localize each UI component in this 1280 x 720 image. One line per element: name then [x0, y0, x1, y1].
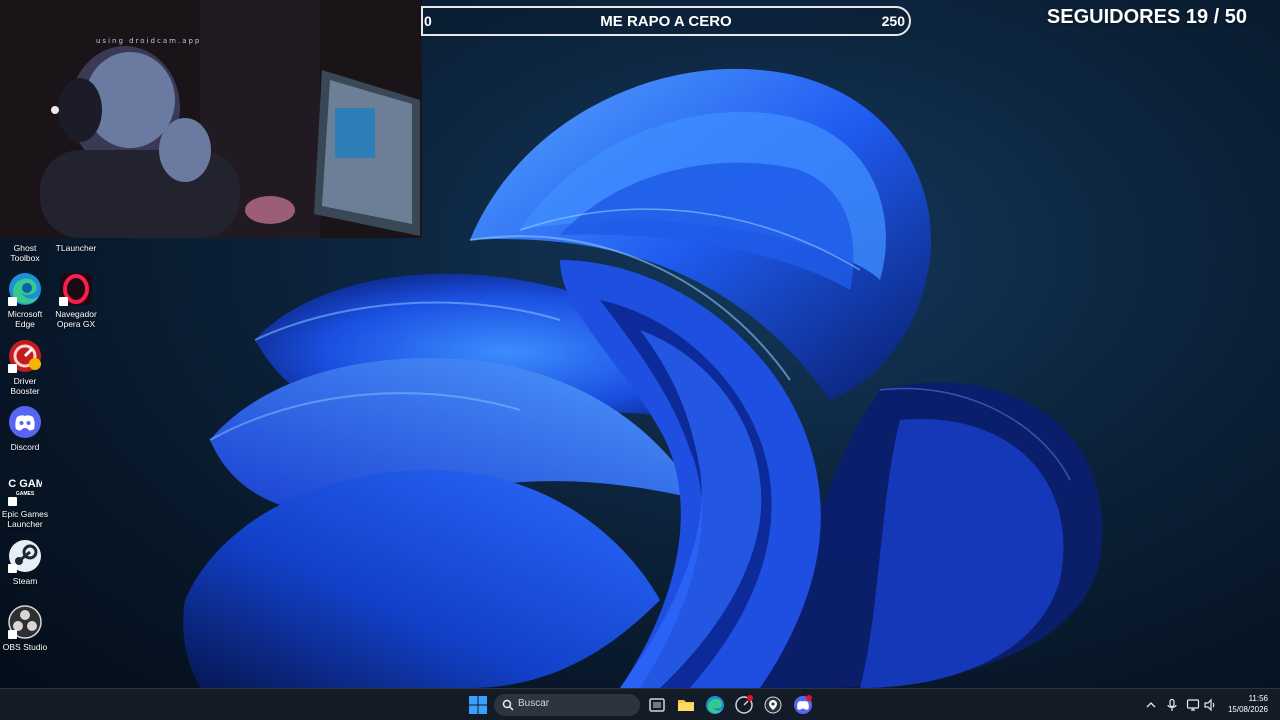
svg-text:GAMES: GAMES [16, 491, 35, 497]
driver-booster-icon [735, 695, 753, 714]
taskbar-discord-button[interactable] [793, 695, 813, 715]
taskbar-edge-button[interactable] [705, 695, 725, 715]
microphone-icon [1167, 698, 1177, 711]
desktop-icon-edge[interactable]: Microsoft Edge [0, 272, 50, 329]
desktop-icon-opera-gx[interactable]: Navegador Opera GX [51, 272, 101, 329]
desktop-icon-label: Steam [12, 576, 38, 586]
follower-counter: SEGUIDORES 19 / 50 [1046, 6, 1247, 28]
desktop-icon-obs[interactable]: OBS Studio [0, 605, 50, 652]
taskbar-driver-booster-button[interactable] [734, 695, 754, 715]
file-explorer-button[interactable] [676, 695, 696, 715]
search-icon [502, 699, 514, 711]
desktop-icon-label: OBS Studio [2, 642, 48, 652]
webcam-overlay: using droidcam.app [0, 0, 422, 238]
shortcut-arrow-icon [8, 497, 17, 506]
discord-icon [8, 405, 42, 439]
discord-icon [794, 695, 812, 714]
desktop-icon-steam[interactable]: Steam [0, 539, 50, 586]
shortcut-arrow-icon [59, 297, 68, 306]
epic-logo-text: EPIC GAMES [8, 478, 42, 490]
shortcut-arrow-icon [8, 297, 17, 306]
taskbar-search[interactable]: Buscar [494, 694, 640, 716]
tlauncher-icon [59, 210, 93, 240]
taskbar-gps-button[interactable] [763, 695, 783, 715]
desktop-icon-label: Epic Games Launcher [1, 509, 49, 529]
edge-icon [706, 696, 724, 714]
desktop-icon-epic-games[interactable]: EPIC GAMES GAMES Epic Games Launcher [0, 472, 60, 529]
desktop-icon-label: Ghost Toolbox [10, 243, 40, 263]
clock-date: 15/08/2026 [1227, 705, 1268, 714]
shortcut-arrow-icon [8, 364, 17, 373]
network-icon [1186, 699, 1200, 711]
desktop-icon-driver-booster[interactable]: Driver Booster [0, 339, 50, 396]
taskbar: Buscar 11:56 15/08/2026 [0, 688, 1280, 720]
clock-time: 11:56 [1248, 694, 1268, 703]
desktop-icon-label: TLauncher [55, 243, 97, 253]
shortcut-arrow-icon [8, 630, 17, 639]
chevron-up-icon [1146, 702, 1156, 708]
desktop-icon-label: Discord [10, 442, 40, 452]
desktop-icon-label: Microsoft Edge [7, 309, 43, 329]
desktop-icon-tlauncher[interactable]: TLauncher [51, 210, 101, 253]
obs-icon [8, 605, 42, 639]
goal-max-value: 250 [881, 13, 905, 29]
desktop-icon-ghost-toolbox[interactable]: Ghost Toolbox [0, 210, 50, 263]
driver-booster-icon [8, 339, 42, 373]
start-button[interactable] [468, 695, 488, 715]
webcam-feed [0, 0, 422, 238]
edge-icon [8, 272, 42, 306]
tray-network-button[interactable] [1186, 698, 1200, 712]
taskbar-clock[interactable]: 11:56 15/08/2026 [1228, 693, 1268, 715]
desktop-icon-label: Navegador Opera GX [55, 309, 97, 329]
goal-progress-bar: 0 ME RAPO A CERO 250 [421, 6, 911, 36]
tray-microphone-button[interactable] [1165, 698, 1179, 712]
webcam-watermark: using droidcam.app [96, 37, 202, 45]
shortcut-arrow-icon [8, 564, 17, 573]
gps-icon [764, 696, 782, 714]
tray-overflow-button[interactable] [1144, 698, 1158, 712]
desktop-icon-label: Driver Booster [10, 376, 40, 396]
steam-icon [8, 539, 42, 573]
search-placeholder: Buscar [518, 698, 550, 709]
desktop: using droidcam.app 0 ME RAPO A CERO 250 … [0, 0, 1280, 720]
opera-gx-icon [59, 272, 93, 306]
tray-volume-button[interactable] [1203, 698, 1217, 712]
ghost-toolbox-icon [8, 210, 42, 240]
desktop-icon-discord[interactable]: Discord [0, 405, 50, 452]
volume-icon [1204, 698, 1215, 712]
file-explorer-icon [678, 700, 694, 711]
task-view-icon [649, 698, 665, 712]
goal-title: ME RAPO A CERO [600, 13, 732, 30]
epic-games-icon: EPIC GAMES GAMES [0, 472, 60, 506]
start-icon [469, 696, 487, 714]
task-view-button[interactable] [647, 695, 667, 715]
